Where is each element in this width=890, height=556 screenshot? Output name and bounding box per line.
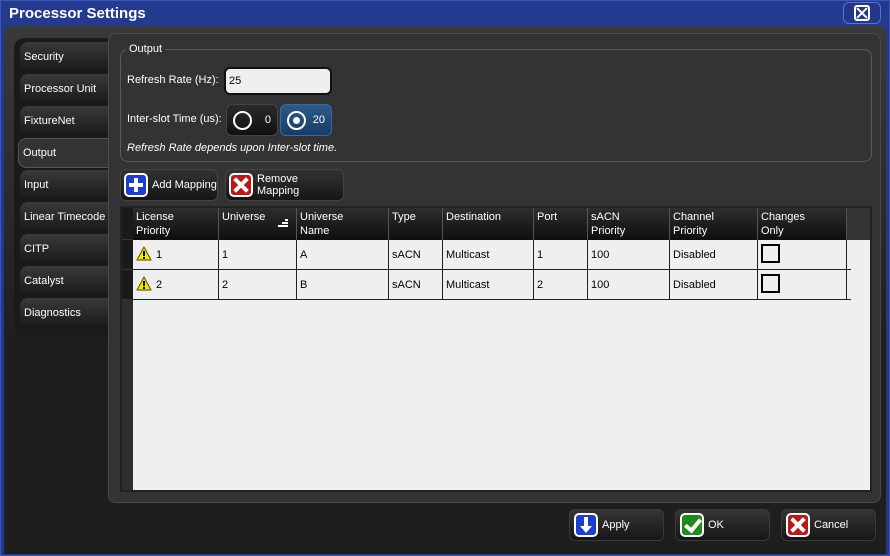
column-header-type[interactable]: Type [389, 208, 443, 240]
sidebar-tab-input[interactable]: Input [20, 170, 109, 200]
apply-button[interactable]: Apply [569, 509, 664, 541]
cell-channel-priority: Disabled [670, 270, 758, 299]
close-button[interactable] [843, 2, 881, 24]
cancel-icon [786, 513, 810, 537]
sidebar-tab-linear-timecode[interactable]: Linear Timecode [20, 202, 109, 232]
sort-ascending-icon [278, 219, 288, 229]
cell-port: 1 [534, 240, 588, 269]
cell-license-priority: 2 [133, 270, 219, 299]
radio-icon [233, 111, 252, 130]
sidebar-tab-fixturenet[interactable]: FixtureNet [20, 106, 109, 136]
tab-label: Input [24, 179, 49, 191]
cell-changes-only [758, 270, 847, 299]
sidebar-tab-catalyst[interactable]: Catalyst [20, 266, 109, 296]
table-header: License Priority Universe Universe Name Type D… [133, 208, 870, 240]
row-header[interactable] [122, 270, 133, 300]
cell-sacn-priority: 100 [588, 240, 670, 269]
window-title: Processor Settings [9, 5, 146, 22]
cancel-button[interactable]: Cancel [781, 509, 876, 541]
radio-selected-icon [287, 111, 306, 130]
apply-down-arrow-icon [574, 513, 598, 537]
tab-label: Security [24, 51, 64, 63]
tab-label: Diagnostics [24, 307, 81, 319]
cell-universe: 1 [219, 240, 297, 269]
output-group: Output Refresh Rate (Hz): Inter-slot Tim… [120, 43, 872, 162]
changes-only-checkbox[interactable] [761, 274, 780, 293]
warning-icon [136, 276, 152, 291]
cell-universe-name: B [297, 270, 389, 299]
sidebar-tab-processor-unit[interactable]: Processor Unit [20, 74, 109, 104]
group-legend: Output [126, 43, 166, 55]
column-header-port[interactable]: Port [534, 208, 588, 240]
column-header-destination[interactable]: Destination [443, 208, 534, 240]
column-header-changes-only[interactable]: Changes Only [758, 208, 847, 240]
cell-destination: Multicast [443, 270, 534, 299]
sidebar-tab-citp[interactable]: CITP [20, 234, 109, 264]
cell-type: sACN [389, 240, 443, 269]
checkmark-icon [680, 513, 704, 537]
column-header-channel-priority[interactable]: Channel Priority [670, 208, 758, 240]
tab-label: Output [23, 147, 57, 159]
cell-destination: Multicast [443, 240, 534, 269]
cell-universe: 2 [219, 270, 297, 299]
mapping-table: License Priority Universe Universe Name Type D… [120, 206, 872, 492]
title-bar: Processor Settings [1, 1, 889, 26]
tab-label: CITP [24, 243, 50, 255]
sidebar-tabs: Security Processor Unit FixtureNet Output In… [14, 38, 109, 337]
table-row[interactable]: 2 2 BsACN Multicast 2 100 Disabled [133, 270, 851, 300]
ok-button[interactable]: OK [675, 509, 770, 541]
column-header-sacn-priority[interactable]: sACN Priority [588, 208, 670, 240]
refresh-rate-label: Refresh Rate (Hz): [127, 74, 219, 86]
column-header-universe[interactable]: Universe [219, 208, 297, 240]
corner-header [122, 208, 133, 240]
interslot-option-0[interactable]: 0 [226, 104, 278, 136]
cell-port: 2 [534, 270, 588, 299]
column-header-universe-name[interactable]: Universe Name [297, 208, 389, 240]
refresh-rate-input[interactable] [224, 67, 332, 95]
table-row[interactable]: 1 1 AsACN Multicast 1 100 Disabled [133, 240, 851, 270]
tab-label: Linear Timecode [24, 211, 106, 223]
dialog-body: Security Processor Unit FixtureNet Output In… [4, 26, 886, 554]
cell-universe-name: A [297, 240, 389, 269]
cell-license-priority: 1 [133, 240, 219, 269]
column-header-license-priority[interactable]: License Priority [133, 208, 219, 240]
interslot-label: Inter-slot Time (us): [127, 113, 222, 125]
tab-label: Catalyst [24, 275, 64, 287]
cell-channel-priority: Disabled [670, 240, 758, 269]
output-panel: Output Refresh Rate (Hz): Inter-slot Tim… [108, 33, 881, 503]
add-mapping-button[interactable]: Add Mapping [120, 169, 218, 201]
processor-settings-window: Processor Settings Security Processor Uni… [0, 0, 890, 556]
cell-sacn-priority: 100 [588, 270, 670, 299]
remove-icon [229, 173, 253, 197]
plus-icon [124, 173, 148, 197]
cell-changes-only [758, 240, 847, 269]
interslot-option-20[interactable]: 20 [280, 104, 332, 136]
remove-mapping-button[interactable]: Remove Mapping [225, 169, 344, 201]
cell-type: sACN [389, 270, 443, 299]
refresh-rate-note: Refresh Rate depends upon Inter-slot tim… [127, 142, 338, 154]
sidebar-tab-output[interactable]: Output [18, 138, 109, 168]
changes-only-checkbox[interactable] [761, 244, 780, 263]
close-icon [854, 5, 870, 21]
row-header-gutter [122, 208, 133, 490]
tab-label: Processor Unit [24, 83, 97, 95]
sidebar-tab-diagnostics[interactable]: Diagnostics [20, 298, 109, 328]
warning-icon [136, 246, 152, 261]
row-header[interactable] [122, 240, 133, 270]
sidebar-tab-security[interactable]: Security [20, 42, 109, 72]
tab-label: FixtureNet [24, 115, 75, 127]
